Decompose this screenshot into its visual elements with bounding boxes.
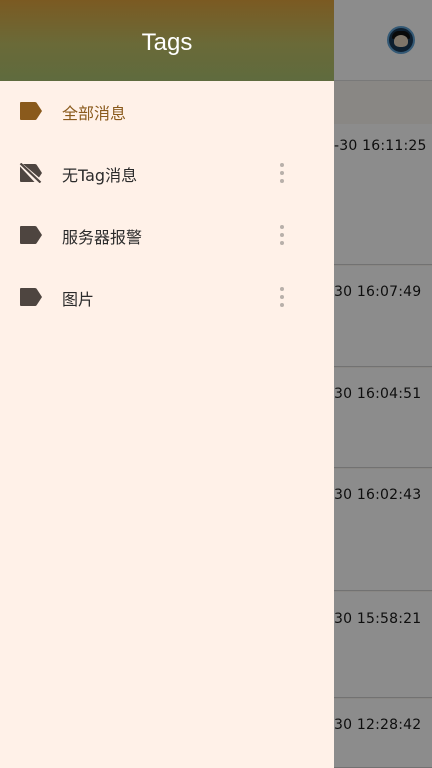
drawer-header: Tags [0, 0, 334, 81]
more-vert-icon[interactable] [276, 223, 288, 247]
label-icon [20, 288, 42, 306]
tag-item-server-alerts[interactable]: 服务器报警 [0, 207, 334, 263]
label-off-icon [19, 163, 42, 183]
tag-item-all-messages[interactable]: 全部消息 [0, 83, 334, 139]
tag-label: 无Tag消息 [62, 166, 138, 185]
tag-item-no-tag[interactable]: 无Tag消息 [0, 145, 334, 201]
tag-label: 全部消息 [62, 104, 127, 123]
label-icon [20, 102, 42, 120]
tag-item-images[interactable]: 图片 [0, 269, 334, 325]
tag-label: 图片 [62, 290, 95, 309]
more-vert-icon[interactable] [276, 161, 288, 185]
more-vert-icon[interactable] [276, 285, 288, 309]
drawer-title: Tags [141, 29, 193, 56]
tags-drawer: Tags 全部消息 无Tag消息 服务器报警 图片 [0, 0, 334, 768]
tag-label: 服务器报警 [62, 228, 143, 247]
label-icon [20, 226, 42, 244]
